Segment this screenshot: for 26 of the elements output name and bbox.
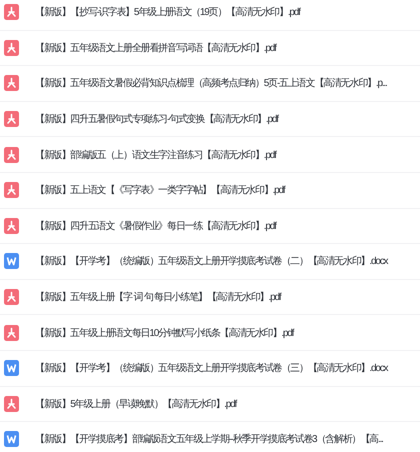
word-icon bbox=[4, 360, 19, 376]
pdf-icon bbox=[4, 4, 19, 20]
file-name[interactable]: 【新版】五年级语文暑假必背知识点梳理（高频考点归纳）5页-五上语文【高清无水印】.p... bbox=[35, 76, 387, 90]
pdf-icon bbox=[4, 289, 19, 306]
file-name[interactable]: 【新版】部编版五（上）语文生字注音练习【高清无水印】.pdf bbox=[35, 148, 276, 162]
file-name[interactable]: 【新版】【开学摸底考】部编版语文五年级上学期--秋季开学摸底考试卷3（含解析）【高... bbox=[35, 432, 383, 446]
file-name[interactable]: 【新版】四升五语文《暑假作业》每日一练【高清无水印】.pdf bbox=[35, 218, 276, 233]
pdf-icon bbox=[4, 218, 19, 234]
file-name[interactable]: 【新版】五年级上册语文每日10分钟默写小纸条【高清无水印】.pdf bbox=[35, 326, 294, 340]
pdf-icon bbox=[4, 40, 19, 56]
word-icon bbox=[4, 431, 19, 448]
pdf-icon bbox=[4, 146, 19, 163]
pdf-icon bbox=[4, 75, 19, 92]
pdf-icon bbox=[4, 396, 19, 412]
pdf-icon bbox=[4, 111, 19, 128]
pdf-icon bbox=[4, 182, 19, 198]
file-name[interactable]: 【新版】5年级上册（早读晚默）【高清无水印】.pdf bbox=[35, 396, 236, 411]
pdf-icon bbox=[4, 324, 19, 341]
file-name[interactable]: 【新版】五年级语文上册全册看拼音写词语【高清无水印】.pdf bbox=[35, 40, 276, 55]
file-name[interactable]: 【新版】【开学考】（统编版）五年级语文上册开学摸底考试卷（三）【高清无水印】.docx bbox=[35, 361, 388, 376]
file-name[interactable]: 【新版】五上语文【《写字表》一类字字帖】【高清无水印】.pdf bbox=[35, 183, 284, 198]
file-name[interactable]: 【新版】【抄写-识字表】5年级上册语文（19页）【高清无水印】.pdf bbox=[35, 5, 300, 20]
file-name[interactable]: 【新版】五年级上册【字 词 句 每日小练笔】【高清无水印】.pdf bbox=[35, 290, 280, 304]
file-name[interactable]: 【新版】四升五暑假句式专项练习-句式变换【高清无水印】.pdf bbox=[35, 112, 278, 126]
file-name[interactable]: 【新版】【开学考】（统编版）五年级语文上册开学摸底考试卷（二）【高清无水印】.docx bbox=[35, 254, 388, 268]
word-icon bbox=[4, 253, 19, 270]
